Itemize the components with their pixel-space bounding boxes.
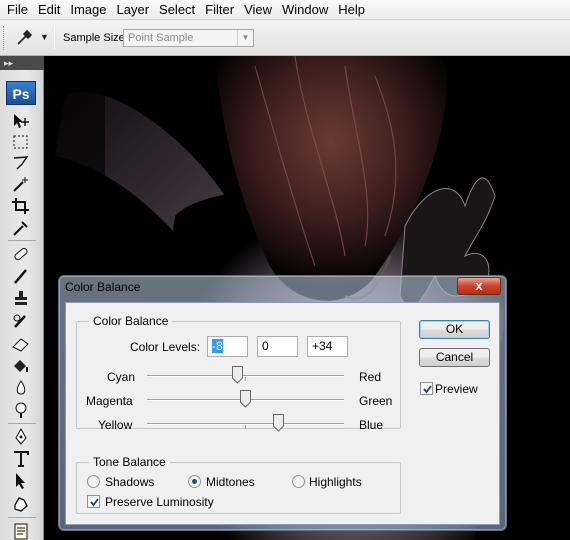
slider-magenta-label: Magenta	[86, 394, 133, 408]
photoshop-logo[interactable]: Ps	[6, 81, 36, 105]
notes-icon[interactable]	[10, 522, 32, 540]
dodge-icon[interactable]	[10, 401, 32, 419]
level-cyan-red-input[interactable]: -8	[207, 336, 248, 357]
cancel-button[interactable]: Cancel	[419, 348, 490, 367]
options-separator	[54, 27, 55, 49]
pen-icon[interactable]	[10, 428, 32, 446]
options-grip[interactable]	[3, 26, 6, 50]
radio-shadows-label[interactable]: Shadows	[105, 475, 154, 489]
chevron-down-icon: ▼	[237, 30, 253, 46]
menu-help[interactable]: Help	[333, 0, 370, 20]
blur-icon[interactable]	[10, 379, 32, 397]
healing-brush-icon[interactable]	[10, 245, 32, 263]
radio-midtones-label[interactable]: Midtones	[206, 475, 255, 489]
tools-panel: ▸▸ Ps	[0, 56, 44, 540]
yellow-blue-slider-thumb[interactable]	[273, 414, 285, 432]
path-selection-icon[interactable]	[10, 472, 32, 490]
paint-bucket-icon[interactable]	[10, 357, 32, 375]
marquee-icon[interactable]	[10, 133, 32, 151]
type-icon[interactable]	[10, 450, 32, 468]
eyedropper-preset-icon[interactable]	[14, 28, 34, 48]
color-balance-dialog: Color Balance x Color Balance Color Leve…	[58, 275, 507, 531]
slider-center-tick	[245, 377, 246, 381]
history-brush-icon[interactable]	[10, 312, 32, 330]
tone-balance-group-label: Tone Balance	[89, 455, 170, 469]
dialog-title: Color Balance	[65, 280, 141, 294]
menu-edit[interactable]: Edit	[33, 0, 65, 20]
sample-size-select[interactable]: Point Sample ▼	[123, 29, 254, 47]
menu-file[interactable]: File	[2, 0, 33, 20]
menu-layer[interactable]: Layer	[112, 0, 155, 20]
magic-wand-icon[interactable]	[10, 175, 32, 193]
level-magenta-green-input[interactable]: 0	[257, 336, 298, 357]
preserve-luminosity-label[interactable]: Preserve Luminosity	[105, 495, 214, 509]
tool-preset-dropdown-icon[interactable]: ▼	[40, 32, 49, 42]
slider-yellow-label: Yellow	[98, 418, 133, 432]
crop-icon[interactable]	[10, 197, 32, 215]
magenta-green-slider-thumb[interactable]	[240, 390, 251, 408]
color-balance-group-label: Color Balance	[89, 314, 173, 328]
close-button[interactable]: x	[457, 277, 501, 295]
options-bar: ▼ Sample Size:	[0, 20, 570, 56]
slider-center-tick	[245, 425, 246, 429]
cyan-red-slider-thumb[interactable]	[232, 366, 244, 384]
menu-select[interactable]: Select	[154, 0, 200, 20]
color-levels-label: Color Levels:	[130, 340, 201, 354]
slider-red-label: Red	[359, 370, 382, 384]
shape-icon[interactable]	[10, 495, 32, 513]
menu-window[interactable]: Window	[277, 0, 333, 20]
ok-button[interactable]: OK	[419, 320, 490, 339]
level-yellow-blue-input[interactable]: +34	[307, 336, 348, 357]
move-icon[interactable]	[10, 112, 32, 130]
menu-bar: File Edit Image Layer Select Filter View…	[0, 0, 570, 20]
slider-blue-label: Blue	[359, 418, 384, 432]
menu-filter[interactable]: Filter	[200, 0, 239, 20]
clone-stamp-icon[interactable]	[10, 289, 32, 307]
radio-midtones[interactable]	[188, 475, 201, 488]
eyedropper-icon[interactable]	[10, 219, 32, 237]
radio-shadows[interactable]	[87, 475, 100, 488]
brush-icon[interactable]	[10, 267, 32, 285]
slider-cyan-label: Cyan	[107, 370, 136, 384]
preview-label[interactable]: Preview	[435, 382, 478, 396]
dialog-body: Color Balance Color Levels: -8 0 +34 Cya…	[65, 302, 500, 525]
panel-collapse-icon[interactable]: ▸▸	[0, 56, 44, 70]
lasso-icon[interactable]	[10, 154, 32, 172]
radio-highlights[interactable]	[292, 475, 305, 488]
preserve-luminosity-checkbox[interactable]	[87, 495, 100, 508]
radio-highlights-label[interactable]: Highlights	[309, 475, 362, 489]
menu-view[interactable]: View	[239, 0, 277, 20]
slider-green-label: Green	[359, 394, 393, 408]
sample-size-label: Sample Size:	[63, 32, 128, 44]
eraser-icon[interactable]	[10, 335, 32, 353]
sample-size-value: Point Sample	[128, 32, 194, 44]
preview-checkbox[interactable]	[420, 382, 433, 395]
menu-image[interactable]: Image	[65, 0, 111, 20]
